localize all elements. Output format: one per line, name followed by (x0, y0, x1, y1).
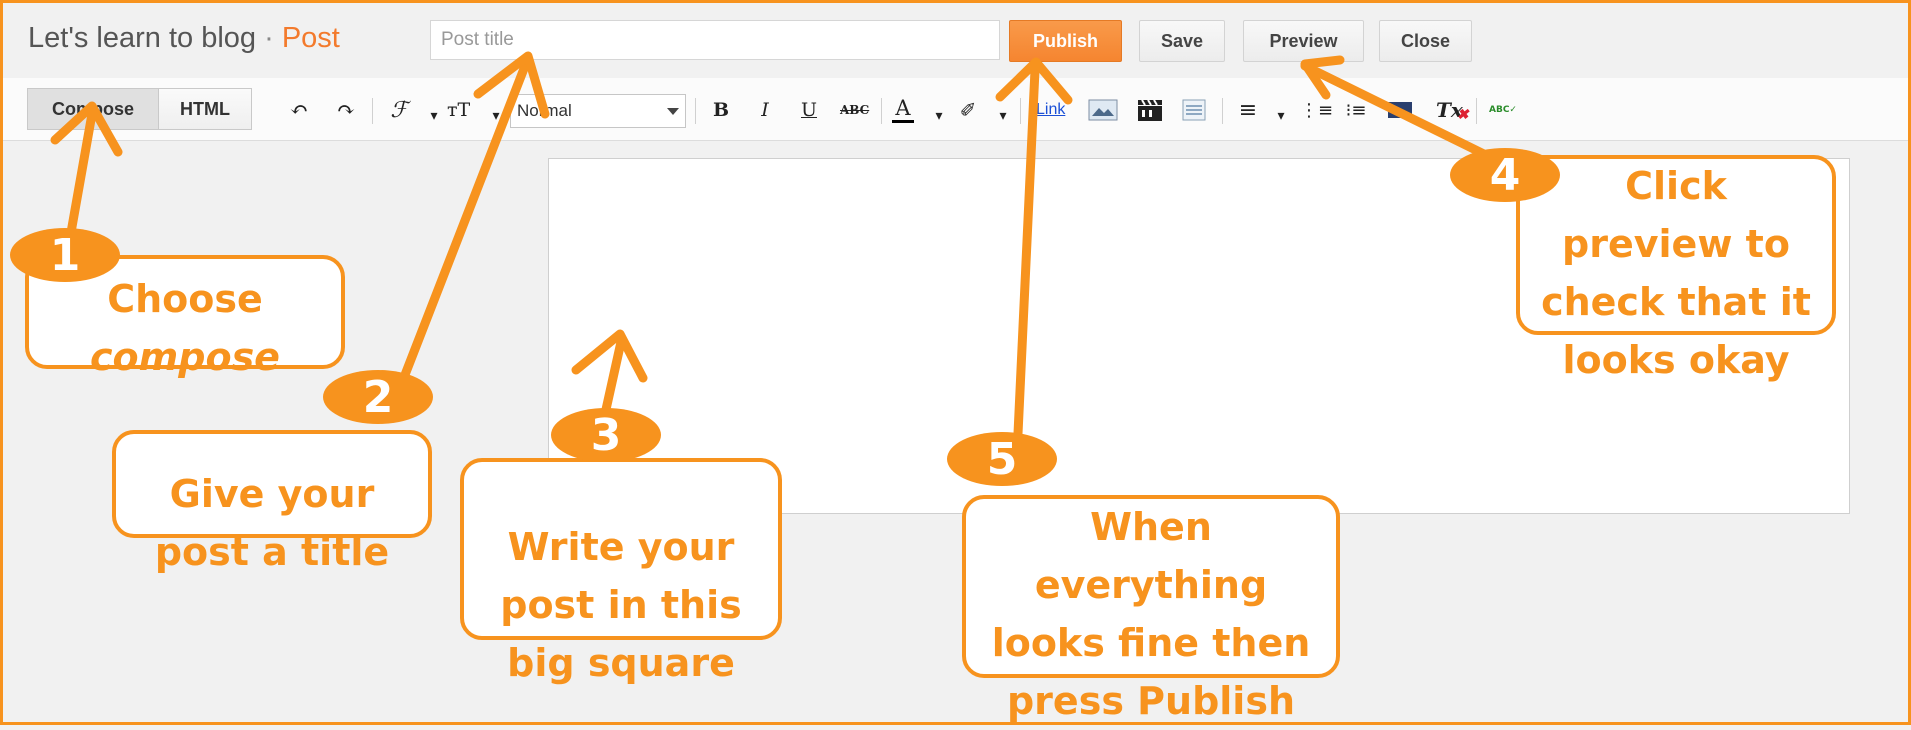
arrow-2 (398, 51, 550, 385)
step-badge-3: 3 (551, 408, 661, 462)
arrow-5 (995, 57, 1073, 460)
step-badge-5: 5 (947, 432, 1057, 486)
callout-1-line: compose (90, 335, 280, 379)
callout-1-line: Choose (107, 277, 263, 321)
arrow-4 (1300, 55, 1495, 162)
callout-2-text: Give your post a title (154, 472, 390, 574)
callout-4-text: Click preview to check that it looks oka… (1541, 164, 1811, 382)
callout-5-text: When everything looks fine then press Pu… (991, 505, 1311, 723)
callout-1-text: Choose compose (30, 270, 340, 386)
callout-3-text: Write your post in this big square (500, 525, 742, 685)
